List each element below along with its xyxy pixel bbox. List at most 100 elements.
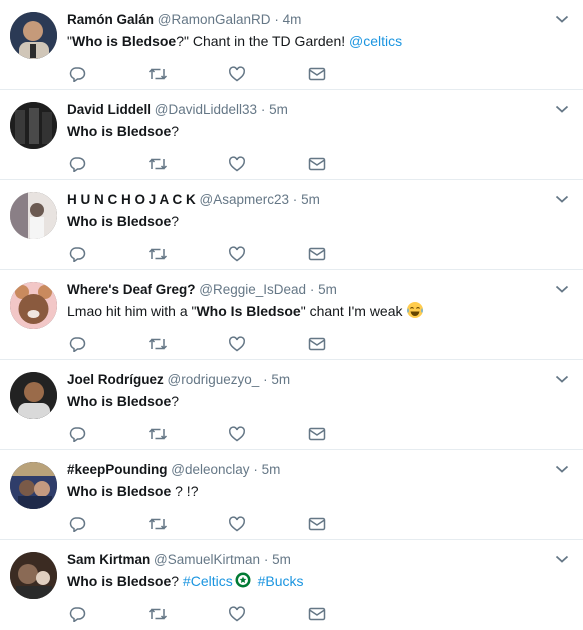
avatar[interactable] <box>10 192 57 239</box>
direct-message-icon[interactable] <box>308 516 326 532</box>
chevron-down-icon[interactable] <box>555 194 569 204</box>
avatar[interactable] <box>10 552 57 599</box>
user-handle[interactable]: @deleonclay <box>171 462 249 477</box>
display-name[interactable]: Where's Deaf Greg? <box>67 282 196 297</box>
search-highlight: Who is Bledsoe <box>67 213 172 229</box>
timestamp[interactable]: 5m <box>272 552 291 567</box>
tweet-text-segment: ? <box>171 393 180 409</box>
separator-dot: · <box>263 372 268 387</box>
search-highlight: Who is Bledsoe <box>71 33 177 49</box>
separator-dot: · <box>260 102 266 117</box>
tweet[interactable]: Joel Rodríguez @rodriguezyo_ · 5m Who is… <box>0 360 583 450</box>
timestamp[interactable]: 5m <box>271 372 290 387</box>
timestamp[interactable]: 5m <box>318 282 337 297</box>
like-icon[interactable] <box>228 66 246 82</box>
direct-message-icon[interactable] <box>308 336 326 352</box>
tweet-actions <box>68 516 338 533</box>
retweet-icon[interactable] <box>148 426 168 442</box>
mention-link[interactable]: @celtics <box>349 33 402 49</box>
separator-dot: · <box>309 282 315 297</box>
tweet[interactable]: Where's Deaf Greg? @Reggie_IsDead · 5m L… <box>0 270 583 360</box>
display-name[interactable]: H U N C H O J A C K <box>67 192 196 207</box>
tweet-text-segment: ?" Chant in the TD Garden! <box>176 33 350 49</box>
timestamp[interactable]: 5m <box>262 462 281 477</box>
tweet-text: Who is Bledsoe? <box>67 121 543 141</box>
hashtag-link-celtics[interactable]: #Celtics <box>183 573 233 589</box>
direct-message-icon[interactable] <box>308 156 326 172</box>
timeline-feed: Ramón Galán @RamonGalanRD · 4m "Who is B… <box>0 0 583 630</box>
timestamp[interactable]: 5m <box>269 102 288 117</box>
like-icon[interactable] <box>228 426 246 442</box>
avatar[interactable] <box>10 372 57 419</box>
reply-icon[interactable] <box>68 606 86 623</box>
display-name[interactable]: Joel Rodríguez <box>67 372 164 387</box>
display-name[interactable]: David Liddell <box>67 102 151 117</box>
avatar[interactable] <box>10 462 57 509</box>
tweet-text-segment: ? <box>171 123 180 139</box>
avatar[interactable] <box>10 282 57 329</box>
retweet-icon[interactable] <box>148 246 168 262</box>
reply-icon[interactable] <box>68 516 86 533</box>
separator-dot: · <box>274 12 279 27</box>
like-icon[interactable] <box>228 156 246 172</box>
reply-icon[interactable] <box>68 156 86 173</box>
tweet-actions <box>68 606 338 623</box>
separator-dot: · <box>292 192 298 207</box>
avatar[interactable] <box>10 12 57 59</box>
chevron-down-icon[interactable] <box>555 284 569 294</box>
direct-message-icon[interactable] <box>308 426 326 442</box>
like-icon[interactable] <box>228 246 246 262</box>
tweet-text-segment: " chant I'm weak <box>300 303 407 319</box>
chevron-down-icon[interactable] <box>555 374 569 384</box>
avatar[interactable] <box>10 102 57 149</box>
search-highlight: Who Is Bledsoe <box>196 303 301 319</box>
user-handle[interactable]: @SamuelKirtman <box>154 552 260 567</box>
user-handle[interactable]: @Reggie_IsDead <box>199 282 306 297</box>
tweet[interactable]: #keepPounding @deleonclay · 5m Who is Bl… <box>0 450 583 540</box>
tears-of-joy-emoji <box>407 302 424 318</box>
tweet-header: #keepPounding @deleonclay · 5m <box>67 461 543 479</box>
chevron-down-icon[interactable] <box>555 464 569 474</box>
tweet-text: "Who is Bledsoe?" Chant in the TD Garden… <box>67 31 543 51</box>
like-icon[interactable] <box>228 336 246 352</box>
user-handle[interactable]: @rodriguezyo_ <box>168 372 260 387</box>
tweet[interactable]: H U N C H O J A C K @Asapmerc23 · 5m Who… <box>0 180 583 270</box>
chevron-down-icon[interactable] <box>555 104 569 114</box>
tweet[interactable]: Ramón Galán @RamonGalanRD · 4m "Who is B… <box>0 0 583 90</box>
chevron-down-icon[interactable] <box>555 14 569 24</box>
tweet-header: Where's Deaf Greg? @Reggie_IsDead · 5m <box>67 281 543 299</box>
like-icon[interactable] <box>228 516 246 532</box>
tweet-text-segment: ? !? <box>171 483 199 499</box>
separator-dot: · <box>263 552 269 567</box>
like-icon[interactable] <box>228 606 246 622</box>
display-name[interactable]: Ramón Galán <box>67 12 154 27</box>
hashtag-link-bucks[interactable]: #Bucks <box>258 573 304 589</box>
tweet-text-segment: ? <box>171 213 180 229</box>
direct-message-icon[interactable] <box>308 246 326 262</box>
display-name[interactable]: Sam Kirtman <box>67 552 150 567</box>
timestamp[interactable]: 4m <box>283 12 302 27</box>
reply-icon[interactable] <box>68 336 86 353</box>
retweet-icon[interactable] <box>148 606 168 622</box>
chevron-down-icon[interactable] <box>555 554 569 564</box>
display-name[interactable]: #keepPounding <box>67 462 168 477</box>
reply-icon[interactable] <box>68 426 86 443</box>
tweet-text: Lmao hit him with a "Who Is Bledsoe" cha… <box>67 301 543 321</box>
timestamp[interactable]: 5m <box>301 192 320 207</box>
direct-message-icon[interactable] <box>308 606 326 622</box>
direct-message-icon[interactable] <box>308 66 326 82</box>
retweet-icon[interactable] <box>148 336 168 352</box>
tweet[interactable]: Sam Kirtman @SamuelKirtman · 5m Who is B… <box>0 540 583 630</box>
tweet[interactable]: David Liddell @DavidLiddell33 · 5m Who i… <box>0 90 583 180</box>
user-handle[interactable]: @RamonGalanRD <box>158 12 271 27</box>
reply-icon[interactable] <box>68 246 86 263</box>
tweet-text: Who is Bledsoe? <box>67 391 543 411</box>
user-handle[interactable]: @Asapmerc23 <box>200 192 290 207</box>
retweet-icon[interactable] <box>148 156 168 172</box>
tweet-text: Who is Bledsoe? <box>67 211 543 231</box>
reply-icon[interactable] <box>68 66 86 83</box>
user-handle[interactable]: @DavidLiddell33 <box>155 102 257 117</box>
retweet-icon[interactable] <box>148 516 168 532</box>
retweet-icon[interactable] <box>148 66 168 82</box>
tweet-text: Who is Bledsoe ? !? <box>67 481 543 501</box>
